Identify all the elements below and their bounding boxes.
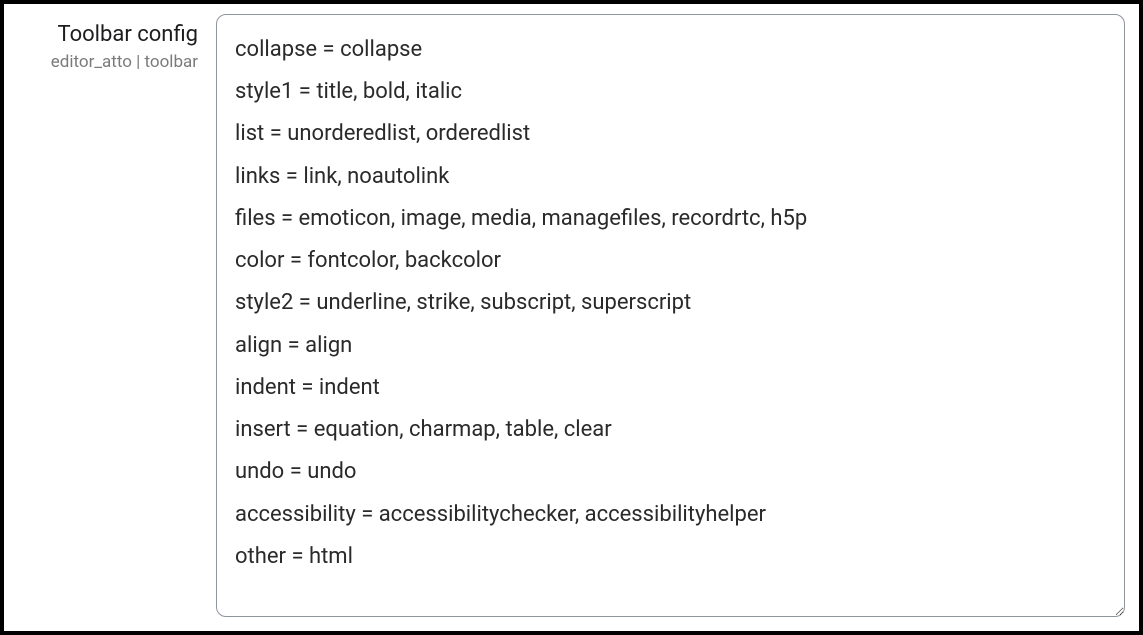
setting-field-column xyxy=(216,14,1125,617)
toolbar-config-textarea[interactable] xyxy=(216,14,1125,617)
setting-label-column: Toolbar config editor_atto | toolbar xyxy=(18,14,198,617)
setting-label: Toolbar config xyxy=(18,20,198,50)
setting-row: Toolbar config editor_atto | toolbar xyxy=(0,0,1143,635)
setting-identifier: editor_atto | toolbar xyxy=(18,52,198,72)
